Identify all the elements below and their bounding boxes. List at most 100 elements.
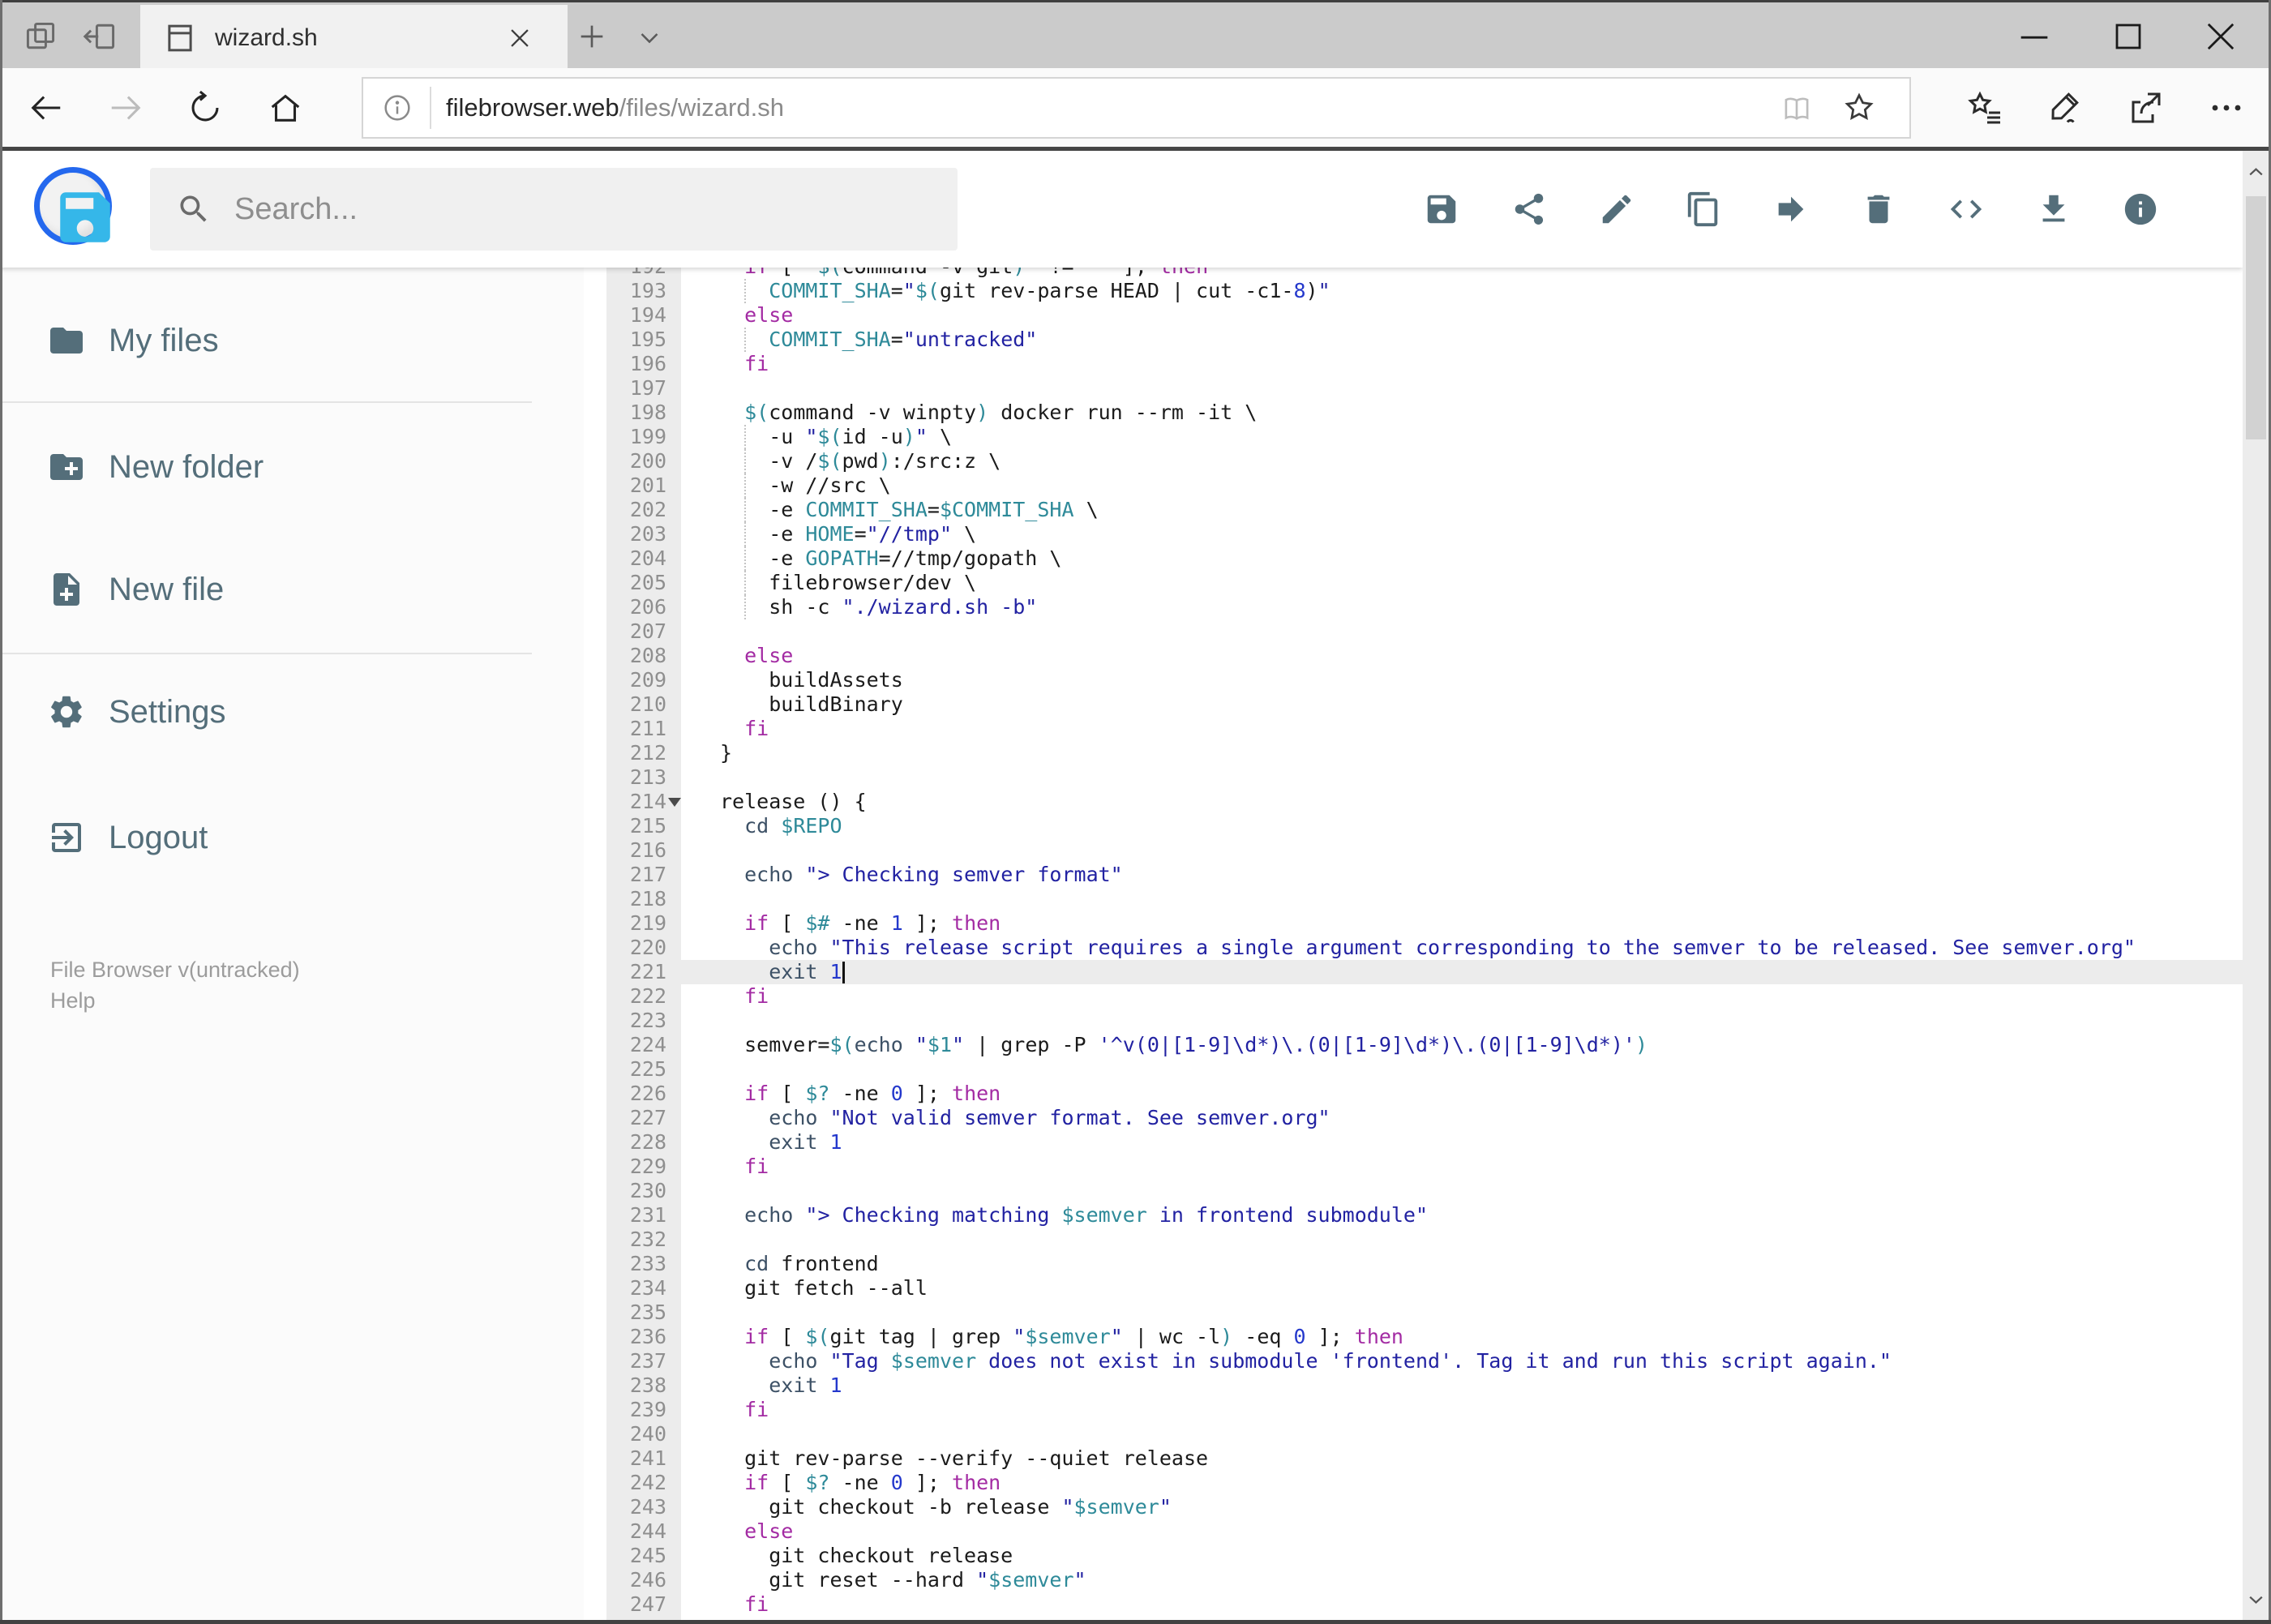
code-line[interactable]	[720, 376, 2243, 401]
download-button[interactable]	[2035, 191, 2072, 228]
code-line[interactable]: sh -c "./wizard.sh -b"	[720, 595, 2243, 619]
web-note-pen-icon[interactable]	[2046, 88, 2085, 127]
code-line[interactable]: fi	[720, 1592, 2243, 1617]
sidebar-item-settings[interactable]: Settings	[0, 671, 568, 752]
page-scrollbar[interactable]	[2243, 151, 2269, 1620]
code-line[interactable]: -e HOME="//tmp" \	[720, 522, 2243, 546]
code-line[interactable]: -e GOPATH=//tmp/gopath \	[720, 546, 2243, 571]
sidebar-item-my-files[interactable]: My files	[0, 300, 568, 381]
tab-close-icon[interactable]	[506, 24, 533, 52]
code-line[interactable]: git checkout release	[720, 1544, 2243, 1568]
code-line[interactable]	[720, 1009, 2243, 1033]
code-line[interactable]: release () {	[720, 790, 2243, 814]
code-line[interactable]: echo "This release script requires a sin…	[720, 936, 2243, 960]
move-button[interactable]	[1772, 191, 1810, 228]
code-line[interactable]: semver=$(echo "$1" | grep -P '^v(0|[1-9]…	[720, 1033, 2243, 1057]
code-line[interactable]: if [ "$(command -v git)" != "" ]; then	[720, 268, 2243, 279]
code-line[interactable]: if [ $(git tag | grep "$semver" | wc -l)…	[720, 1325, 2243, 1349]
code-line[interactable]: echo "Not valid semver format. See semve…	[720, 1106, 2243, 1130]
sidebar-item-logout[interactable]: Logout	[0, 797, 568, 878]
rename-button[interactable]	[1598, 191, 1635, 228]
code-line[interactable]: else	[720, 644, 2243, 668]
code-line[interactable]	[720, 1228, 2243, 1252]
code-line[interactable]: fi	[720, 352, 2243, 376]
favorites-hub-icon[interactable]	[1965, 88, 2004, 127]
scrollbar-thumb[interactable]	[2246, 196, 2266, 439]
tab-list-chevron-icon[interactable]	[634, 22, 665, 53]
code-line[interactable]	[720, 1422, 2243, 1446]
back-button[interactable]	[28, 89, 65, 126]
code-line[interactable]: fi	[720, 1155, 2243, 1179]
code-line[interactable]: COMMIT_SHA="untracked"	[720, 328, 2243, 352]
code-line[interactable]: exit 1	[720, 960, 2243, 984]
code-line[interactable]: else	[720, 1519, 2243, 1544]
code-line[interactable]: $(command -v winpty) docker run --rm -it…	[720, 401, 2243, 425]
sidebar-item-new-folder[interactable]: New folder	[0, 426, 568, 508]
browser-tab[interactable]: wizard.sh	[140, 5, 568, 71]
window-maximize-button[interactable]	[2106, 14, 2151, 59]
new-tab-button[interactable]	[576, 20, 608, 53]
code-view-button[interactable]	[1947, 191, 1985, 228]
code-line[interactable]	[720, 1179, 2243, 1203]
code-editor[interactable]: 192 if [ "$(command -v git)" != "" ]; th…	[584, 268, 2243, 1620]
code-line[interactable]: git rev-parse --verify --quiet release	[720, 1446, 2243, 1471]
share-button[interactable]	[1510, 191, 1548, 228]
tab-preview-icon[interactable]	[23, 19, 58, 54]
code-line[interactable]: echo "> Checking matching $semver in fro…	[720, 1203, 2243, 1228]
code-line[interactable]: exit 1	[720, 1373, 2243, 1398]
code-line[interactable]: if [ $? -ne 0 ]; then	[720, 1082, 2243, 1106]
search-box[interactable]	[150, 168, 958, 251]
code-line[interactable]: echo "Tag $semver does not exist in subm…	[720, 1349, 2243, 1373]
code-line[interactable]: COMMIT_SHA="$(git rev-parse HEAD | cut -…	[720, 279, 2243, 303]
code-line[interactable]: -v /$(pwd):/src:z \	[720, 449, 2243, 473]
site-info-icon[interactable]	[381, 92, 413, 124]
code-line[interactable]: fi	[720, 984, 2243, 1009]
code-line[interactable]	[720, 1057, 2243, 1082]
sidebar-item-new-file[interactable]: New file	[0, 549, 568, 630]
scroll-down-icon[interactable]	[2245, 1588, 2267, 1610]
code-line[interactable]	[720, 838, 2243, 863]
code-line[interactable]	[720, 1300, 2243, 1325]
code-line[interactable]	[720, 619, 2243, 644]
copy-button[interactable]	[1685, 191, 1722, 228]
scroll-up-icon[interactable]	[2245, 161, 2267, 182]
code-line[interactable]: buildBinary	[720, 692, 2243, 717]
window-close-button[interactable]	[2198, 14, 2243, 59]
favorite-star-icon[interactable]	[1841, 90, 1877, 126]
code-line[interactable]: git checkout -b release "$semver"	[720, 1495, 2243, 1519]
code-line[interactable]	[720, 887, 2243, 911]
help-link[interactable]: Help	[50, 988, 96, 1013]
info-button[interactable]	[2122, 191, 2159, 228]
more-options-icon[interactable]	[2207, 88, 2246, 127]
code-line[interactable]: -w //src \	[720, 473, 2243, 498]
code-line[interactable]: cd frontend	[720, 1252, 2243, 1276]
code-line[interactable]: exit 1	[720, 1130, 2243, 1155]
code-line[interactable]: git reset --hard "$semver"	[720, 1568, 2243, 1592]
code-line[interactable]: if [ $? -ne 0 ]; then	[720, 1471, 2243, 1495]
code-line[interactable]: git fetch --all	[720, 1276, 2243, 1300]
code-line[interactable]: if [ $# -ne 1 ]; then	[720, 911, 2243, 936]
code-line[interactable]: fi	[720, 717, 2243, 741]
share-page-icon[interactable]	[2126, 88, 2165, 127]
code-line[interactable]: filebrowser/dev \	[720, 571, 2243, 595]
code-line[interactable]: buildAssets	[720, 668, 2243, 692]
home-button[interactable]	[267, 89, 304, 126]
browser-navbar: filebrowser.web/files/wizard.sh	[0, 68, 2271, 151]
tabs-aside-icon[interactable]	[83, 19, 118, 54]
search-input[interactable]	[234, 168, 932, 251]
code-line[interactable]: -e COMMIT_SHA=$COMMIT_SHA \	[720, 498, 2243, 522]
code-line[interactable]	[720, 765, 2243, 790]
save-button[interactable]	[1423, 191, 1460, 228]
refresh-button[interactable]	[186, 89, 224, 126]
code-line[interactable]: -u "$(id -u)" \	[720, 425, 2243, 449]
window-minimize-button[interactable]	[2012, 14, 2057, 59]
code-line[interactable]: }	[720, 741, 2243, 765]
code-line[interactable]: else	[720, 303, 2243, 328]
code-line[interactable]: echo "> Checking semver format"	[720, 863, 2243, 887]
fold-arrow-icon[interactable]	[668, 798, 681, 807]
delete-button[interactable]	[1860, 191, 1897, 228]
code-line[interactable]: cd $REPO	[720, 814, 2243, 838]
code-line[interactable]: fi	[720, 1398, 2243, 1422]
address-bar[interactable]: filebrowser.web/files/wizard.sh	[362, 77, 1911, 139]
filebrowser-logo[interactable]	[34, 167, 112, 245]
